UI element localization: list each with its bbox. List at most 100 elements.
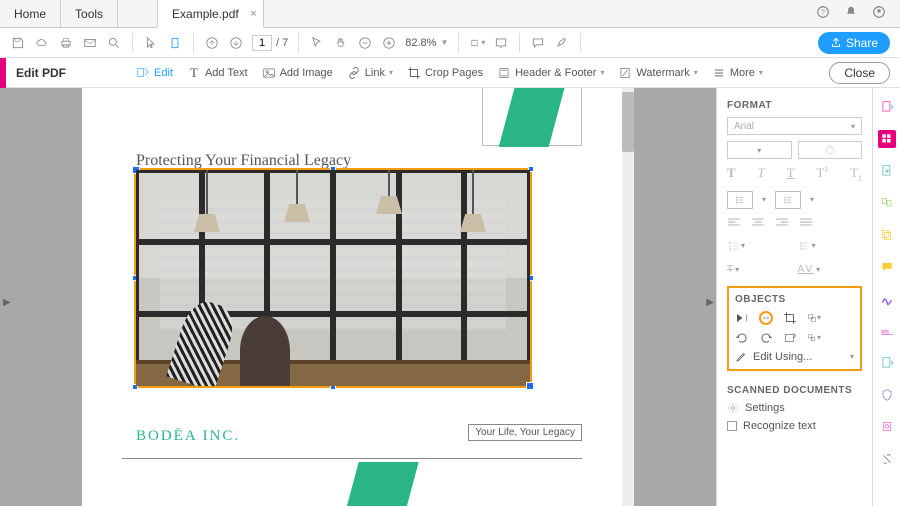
tab-tools[interactable]: Tools (60, 0, 118, 28)
cloud-icon[interactable] (34, 35, 50, 51)
stamp-icon[interactable] (878, 418, 896, 436)
edit-using-dropdown[interactable]: Edit Using... ▾ (735, 351, 854, 363)
underline-icon[interactable]: T (787, 165, 795, 183)
number-list-caret[interactable]: ▾ (807, 191, 817, 209)
search-icon[interactable] (106, 35, 122, 51)
save-icon[interactable] (10, 35, 26, 51)
add-text-tool[interactable]: T Add Text (187, 66, 248, 80)
tagline-box[interactable]: Your Life, Your Legacy (468, 424, 582, 441)
right-expander-icon[interactable]: ▶ (706, 297, 714, 308)
header-footer-tool[interactable]: Header & Footer▾ (497, 66, 604, 80)
select-tool-icon[interactable] (309, 35, 325, 51)
combine-icon[interactable] (878, 226, 896, 244)
subscript-icon[interactable]: T1 (850, 165, 862, 183)
paragraph-spacing[interactable]: ▾ (798, 238, 863, 254)
line-spacing[interactable]: ▾ (727, 238, 792, 254)
pdf-page[interactable]: Protecting Your Financial Legacy (82, 88, 622, 506)
superscript-icon[interactable]: T1 (816, 165, 828, 183)
character-spacing[interactable]: AV▾ (798, 262, 863, 278)
hand-tool-icon[interactable] (333, 35, 349, 51)
green-shape[interactable] (345, 462, 418, 506)
protect-icon[interactable] (878, 386, 896, 404)
organize-icon[interactable] (878, 194, 896, 212)
align-left-icon[interactable] (727, 217, 741, 230)
settings-option[interactable]: Settings (727, 402, 862, 414)
highlight-icon[interactable] (554, 35, 570, 51)
flip-horizontal-icon[interactable] (759, 311, 773, 325)
page-indicator: / 7 (252, 35, 288, 51)
more-tool[interactable]: More▾ (712, 66, 763, 80)
pointer-page-icon[interactable] (143, 35, 159, 51)
edit-pdf-icon[interactable] (878, 130, 896, 148)
align-right-icon[interactable] (775, 217, 789, 230)
logo-block[interactable] (482, 88, 582, 146)
tools-sidebar: xls (872, 88, 900, 506)
bell-icon[interactable] (844, 5, 858, 22)
vertical-scrollbar[interactable] (622, 88, 634, 506)
zoom-in-icon[interactable] (381, 35, 397, 51)
print-icon[interactable] (58, 35, 74, 51)
profile-icon[interactable] (872, 5, 886, 22)
arrange-icon[interactable]: ▾ (807, 311, 821, 325)
divider-line (122, 458, 582, 459)
edit-tool[interactable]: Edit (136, 66, 173, 80)
edit-toolbar: Edit PDF Edit T Add Text Add Image Link▾… (0, 58, 900, 88)
comment-icon[interactable] (530, 35, 546, 51)
document-stage[interactable]: ▶ Protecting Your Financial Legacy (0, 88, 716, 506)
horizontal-scale[interactable]: T▾ (727, 262, 792, 278)
left-expander-icon[interactable]: ▶ (3, 297, 11, 308)
page-down-icon[interactable] (228, 35, 244, 51)
rotate-ccw-icon[interactable] (735, 331, 749, 345)
bold-icon[interactable]: T (727, 165, 736, 183)
font-size-select[interactable]: ▾ (727, 141, 792, 159)
zoom-dropdown[interactable]: 82.8%▼ (405, 37, 448, 49)
main-toolbar: / 7 82.8%▼ ▾ Share (0, 28, 900, 58)
objects-header: OBJECTS (735, 294, 854, 305)
page-current-input[interactable] (252, 35, 272, 51)
comment-tool-icon[interactable] (878, 258, 896, 276)
checkbox-icon[interactable] (727, 421, 737, 431)
flip-vertical-icon[interactable] (735, 311, 749, 325)
selected-image[interactable] (134, 168, 532, 388)
create-pdf-icon[interactable] (878, 98, 896, 116)
single-page-icon[interactable] (167, 35, 183, 51)
watermark-tool[interactable]: Watermark▾ (618, 66, 697, 80)
page-up-icon[interactable] (204, 35, 220, 51)
read-mode-icon[interactable] (493, 35, 509, 51)
fit-width-icon[interactable]: ▾ (469, 35, 485, 51)
close-button[interactable]: Close (829, 62, 890, 84)
tab-document[interactable]: Example.pdf × (157, 0, 264, 28)
recognize-text-option[interactable]: Recognize text (727, 420, 862, 432)
bullet-list-caret[interactable]: ▾ (759, 191, 769, 209)
share-button[interactable]: Share (818, 32, 890, 54)
help-icon[interactable]: ? (816, 5, 830, 22)
align-center-icon[interactable] (751, 217, 765, 230)
add-image-tool[interactable]: Add Image (262, 66, 333, 80)
align-justify-icon[interactable] (799, 217, 813, 230)
text-style-row: T T T T1 T1 (727, 165, 862, 183)
company-name[interactable]: BODĒA INC. (136, 428, 240, 445)
close-tab-icon[interactable]: × (250, 8, 256, 20)
zoom-out-icon[interactable] (357, 35, 373, 51)
objects-section: OBJECTS ▾ ▾ Edit Using... ▾ (727, 286, 862, 371)
export-pdf-icon[interactable] (878, 162, 896, 180)
bullet-list-icon[interactable] (727, 191, 753, 209)
svg-text:3: 3 (784, 200, 786, 204)
rotate-cw-icon[interactable] (759, 331, 773, 345)
sign-icon[interactable] (878, 290, 896, 308)
optimize-icon[interactable] (878, 354, 896, 372)
tab-home[interactable]: Home (0, 0, 61, 28)
align-objects-icon[interactable]: ▾ (807, 331, 821, 345)
crop-object-icon[interactable] (783, 311, 797, 325)
mail-icon[interactable] (82, 35, 98, 51)
redact-icon[interactable]: xls (878, 322, 896, 340)
scanned-header: SCANNED DOCUMENTS (727, 385, 862, 396)
color-picker[interactable] (798, 141, 863, 159)
font-select[interactable]: Arial▾ (727, 117, 862, 135)
link-tool[interactable]: Link▾ (347, 66, 393, 80)
number-list-icon[interactable]: 123 (775, 191, 801, 209)
more-tools-icon[interactable] (878, 450, 896, 468)
crop-tool[interactable]: Crop Pages (407, 66, 483, 80)
italic-icon[interactable]: T (758, 165, 765, 183)
replace-image-icon[interactable] (783, 331, 797, 345)
